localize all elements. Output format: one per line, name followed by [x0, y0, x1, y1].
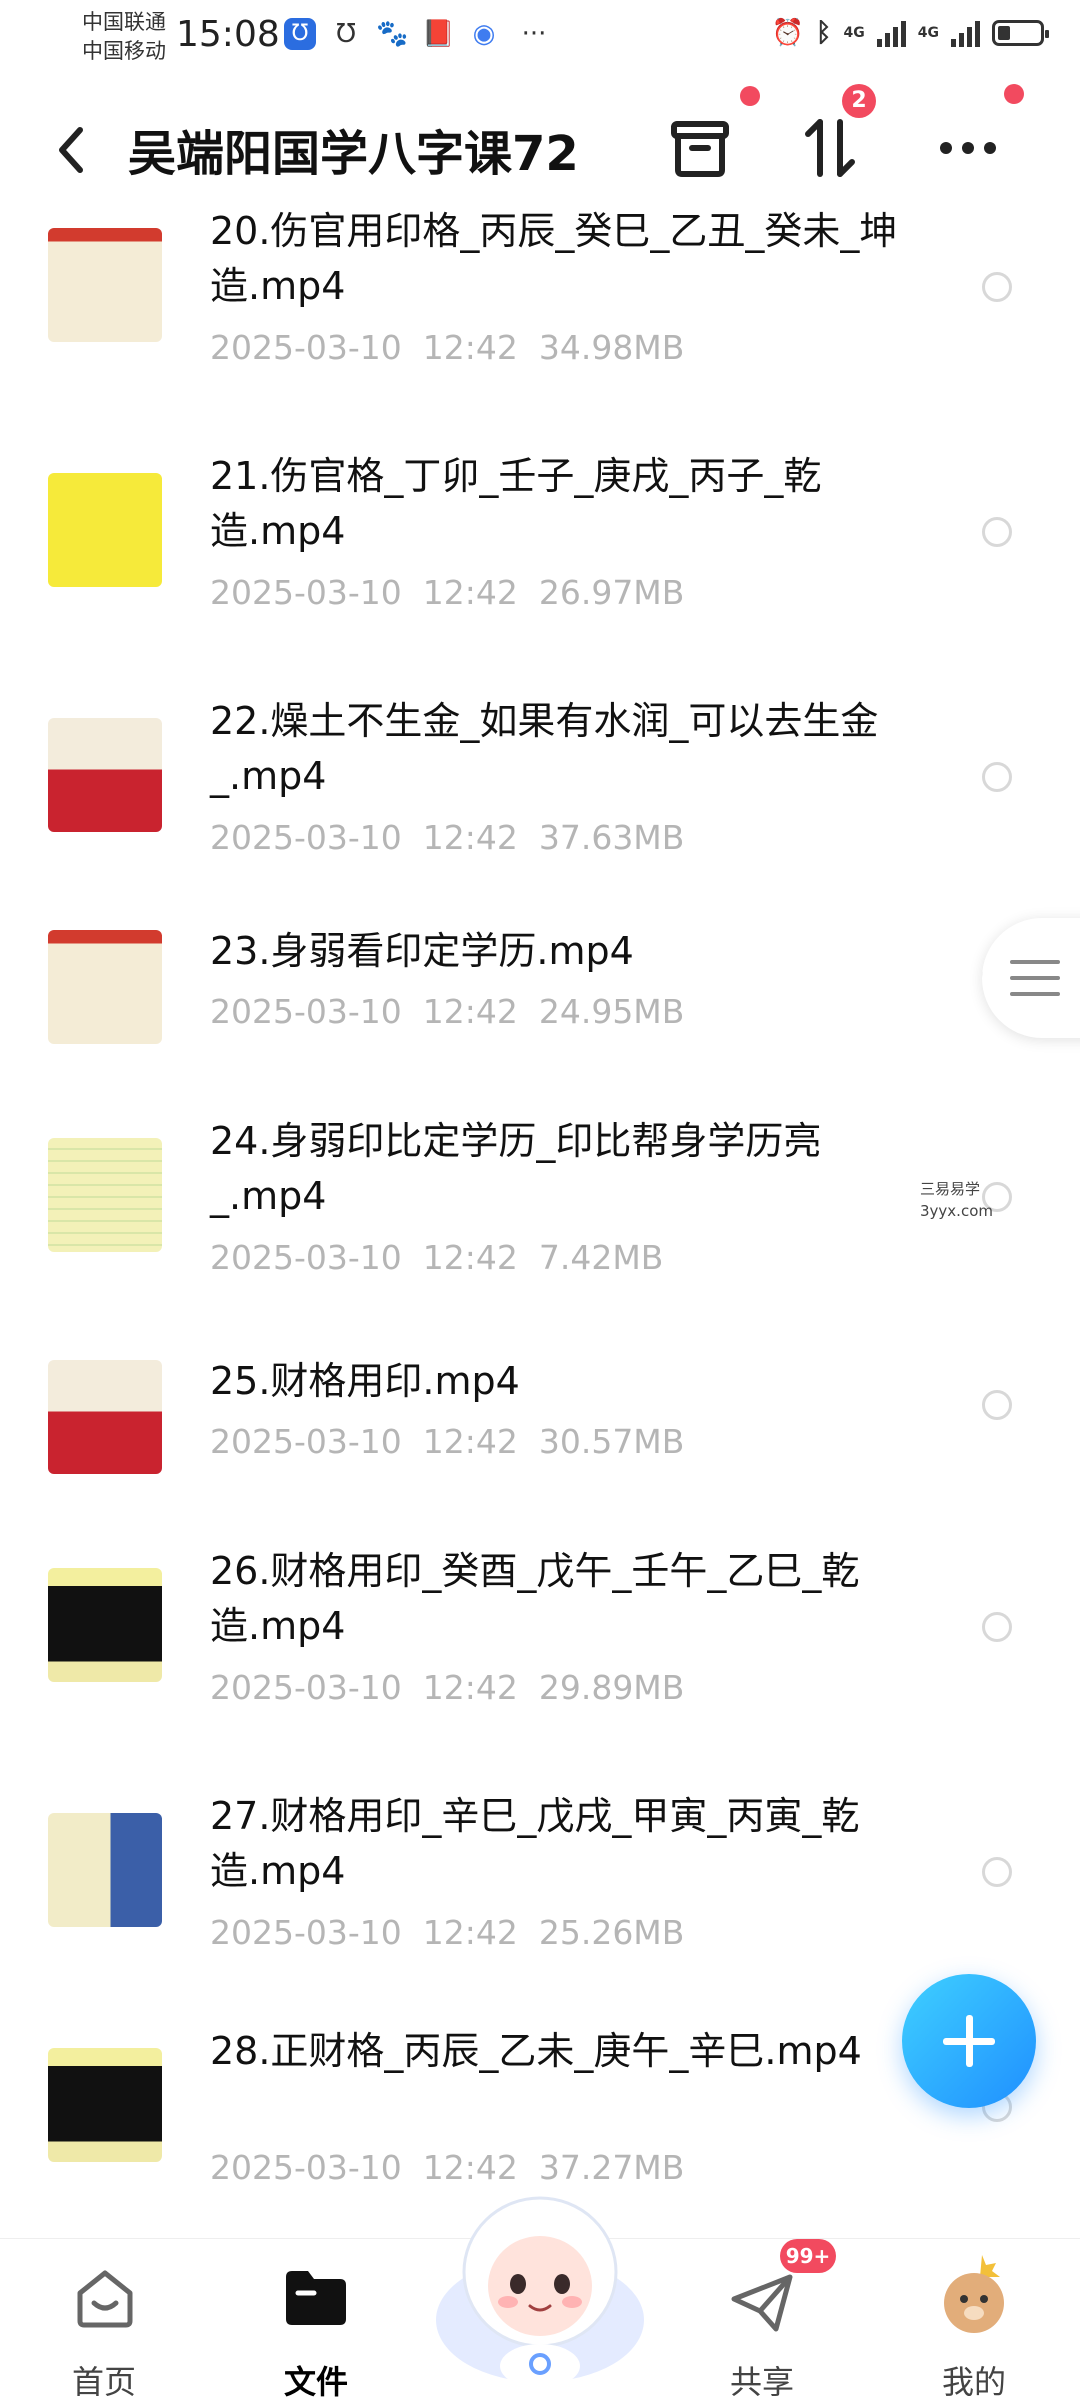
status-time: 15:08	[176, 14, 280, 55]
system-icons: ⏰ ᛒ 4G 4G	[771, 18, 1049, 48]
video-thumbnail	[48, 1813, 162, 1927]
tab-share-label: 共享	[729, 2363, 794, 2401]
file-name: 21.伤官格_丁卯_壬子_庚戌_丙子_乾造.mp4	[210, 454, 822, 553]
battery-level	[998, 26, 1010, 40]
more-notifications: ···	[521, 19, 547, 49]
signal-icon	[876, 19, 906, 47]
select-radio[interactable]	[982, 517, 1012, 547]
network-type-1: 4G	[843, 25, 865, 41]
file-row[interactable]: 22.燥土不生金_如果有水润_可以去生金_.mp4 2025-03-10 12:4…	[0, 699, 1080, 930]
battery-icon	[992, 20, 1049, 46]
file-name: 28.正财格_丙辰_乙未_庚午_辛巳.mp4	[210, 2029, 862, 2073]
select-radio[interactable]	[982, 762, 1012, 792]
notification-icons: Ʊ Ʊ 🐾 📕 ◉ ···	[284, 18, 554, 50]
watermark: 三易易学 3yyx.com	[920, 1178, 993, 1222]
video-thumbnail	[48, 1360, 162, 1474]
home-icon	[77, 2270, 133, 2328]
file-row[interactable]: 20.伤官用印格_丙辰_癸巳_乙丑_癸未_坤造.mp4 2025-03-10 12…	[0, 209, 1080, 440]
more-notification-dot	[1004, 84, 1024, 104]
watermark-line2: 3yyx.com	[920, 1202, 993, 1220]
paw-icon: 🐾	[376, 19, 409, 49]
carrier-2: 中国移动	[82, 39, 166, 63]
signal-icon	[951, 19, 980, 47]
tab-share[interactable]: 99+ 共享	[672, 2239, 852, 2401]
more-icon[interactable]	[928, 108, 1008, 188]
select-radio[interactable]	[982, 1390, 1012, 1420]
select-radio[interactable]	[982, 1857, 1012, 1887]
bluetooth-icon: ᛒ	[815, 18, 832, 48]
carrier-1: 中国联通	[82, 10, 166, 34]
video-thumbnail	[48, 930, 162, 1044]
file-meta: 2025-03-10 12:42 29.89MB	[210, 1668, 685, 1707]
file-row[interactable]: 26.财格用印_癸酉_戊午_壬午_乙巳_乾造.mp4 2025-03-10 12:…	[0, 1549, 1080, 1780]
avatar	[944, 2255, 1004, 2333]
video-thumbnail	[48, 2048, 162, 2162]
share-badge: 99+	[780, 2239, 836, 2273]
file-row[interactable]: 21.伤官格_丁卯_壬子_庚戌_丙子_乾造.mp4 2025-03-10 12:4…	[0, 454, 1080, 685]
archive-notification-dot	[740, 86, 760, 106]
folder-icon	[286, 2271, 346, 2325]
file-name: 27.财格用印_辛巳_戊戌_甲寅_丙寅_乾造.mp4	[210, 1794, 860, 1893]
file-name: 24.身弱印比定学历_印比帮身学历亮_.mp4	[210, 1119, 822, 1218]
hollow-u-icon: Ʊ	[284, 18, 316, 50]
select-radio[interactable]	[982, 1612, 1012, 1642]
tab-mine-label: 我的	[941, 2363, 1006, 2401]
video-thumbnail	[48, 228, 162, 342]
file-name: 22.燥土不生金_如果有水润_可以去生金_.mp4	[210, 699, 879, 798]
video-thumbnail	[48, 1138, 162, 1252]
status-bar: 中国联通 中国移动 15:08 Ʊ Ʊ 🐾 📕 ◉ ··· ⏰ ᛒ 4G 4G	[0, 0, 1080, 80]
file-row[interactable]: 23.身弱看印定学历.mp4 2025-03-10 12:42 24.95MB	[0, 929, 1080, 1110]
top-bar: 吴端阳国学八字课72 2	[0, 80, 1080, 210]
folder-title: 吴端阳国学八字课72	[128, 126, 579, 182]
file-name: 25.财格用印.mp4	[210, 1359, 520, 1403]
transfer-badge: 2	[842, 84, 876, 118]
file-row[interactable]: 25.财格用印.mp4 2025-03-10 12:42 30.57MB	[0, 1359, 1080, 1540]
file-name: 20.伤官用印格_丙辰_癸巳_乙丑_癸未_坤造.mp4	[210, 209, 898, 308]
video-thumbnail	[48, 473, 162, 587]
u-icon: Ʊ	[336, 19, 356, 49]
tab-files[interactable]: 文件	[226, 2239, 406, 2401]
file-name: 26.财格用印_癸酉_戊午_壬午_乙巳_乾造.mp4	[210, 1549, 860, 1648]
file-meta: 2025-03-10 12:42 26.97MB	[210, 573, 685, 612]
file-meta: 2025-03-10 12:42 34.98MB	[210, 328, 685, 367]
back-arrow-icon[interactable]	[50, 120, 94, 180]
alarm-icon: ⏰	[771, 18, 804, 48]
paper-plane-icon	[731, 2274, 793, 2332]
compass-icon: ◉	[472, 19, 496, 49]
file-row[interactable]: 24.身弱印比定学历_印比帮身学历亮_.mp4 2025-03-10 12:42 …	[0, 1119, 1080, 1350]
file-name: 23.身弱看印定学历.mp4	[210, 929, 634, 973]
file-meta: 2025-03-10 12:42 7.42MB	[210, 1238, 664, 1277]
add-button[interactable]	[902, 1974, 1036, 2108]
tab-home-label: 首页	[71, 2363, 136, 2401]
file-meta: 2025-03-10 12:42 37.63MB	[210, 818, 685, 857]
file-meta: 2025-03-10 12:42 30.57MB	[210, 1422, 685, 1461]
video-thumbnail	[48, 1568, 162, 1682]
assistant-mascot-button[interactable]	[430, 2180, 650, 2390]
transfer-icon[interactable]	[790, 108, 870, 188]
tab-mine[interactable]: 我的	[884, 2239, 1064, 2401]
plus-icon-vertical	[966, 2015, 973, 2067]
file-meta: 2025-03-10 12:42 24.95MB	[210, 992, 685, 1031]
network-type-2: 4G	[917, 25, 939, 41]
tab-home[interactable]: 首页	[14, 2239, 194, 2401]
carrier-info: 中国联通 中国移动	[82, 8, 166, 66]
tab-files-label: 文件	[283, 2363, 348, 2401]
select-radio[interactable]	[982, 272, 1012, 302]
book-icon: 📕	[422, 19, 455, 49]
file-meta: 2025-03-10 12:42 25.26MB	[210, 1913, 685, 1952]
file-row[interactable]: 27.财格用印_辛巳_戊戌_甲寅_丙寅_乾造.mp4 2025-03-10 12:…	[0, 1794, 1080, 2025]
video-thumbnail	[48, 718, 162, 832]
archive-box-icon[interactable]	[660, 108, 740, 188]
watermark-line1: 三易易学	[920, 1180, 981, 1198]
